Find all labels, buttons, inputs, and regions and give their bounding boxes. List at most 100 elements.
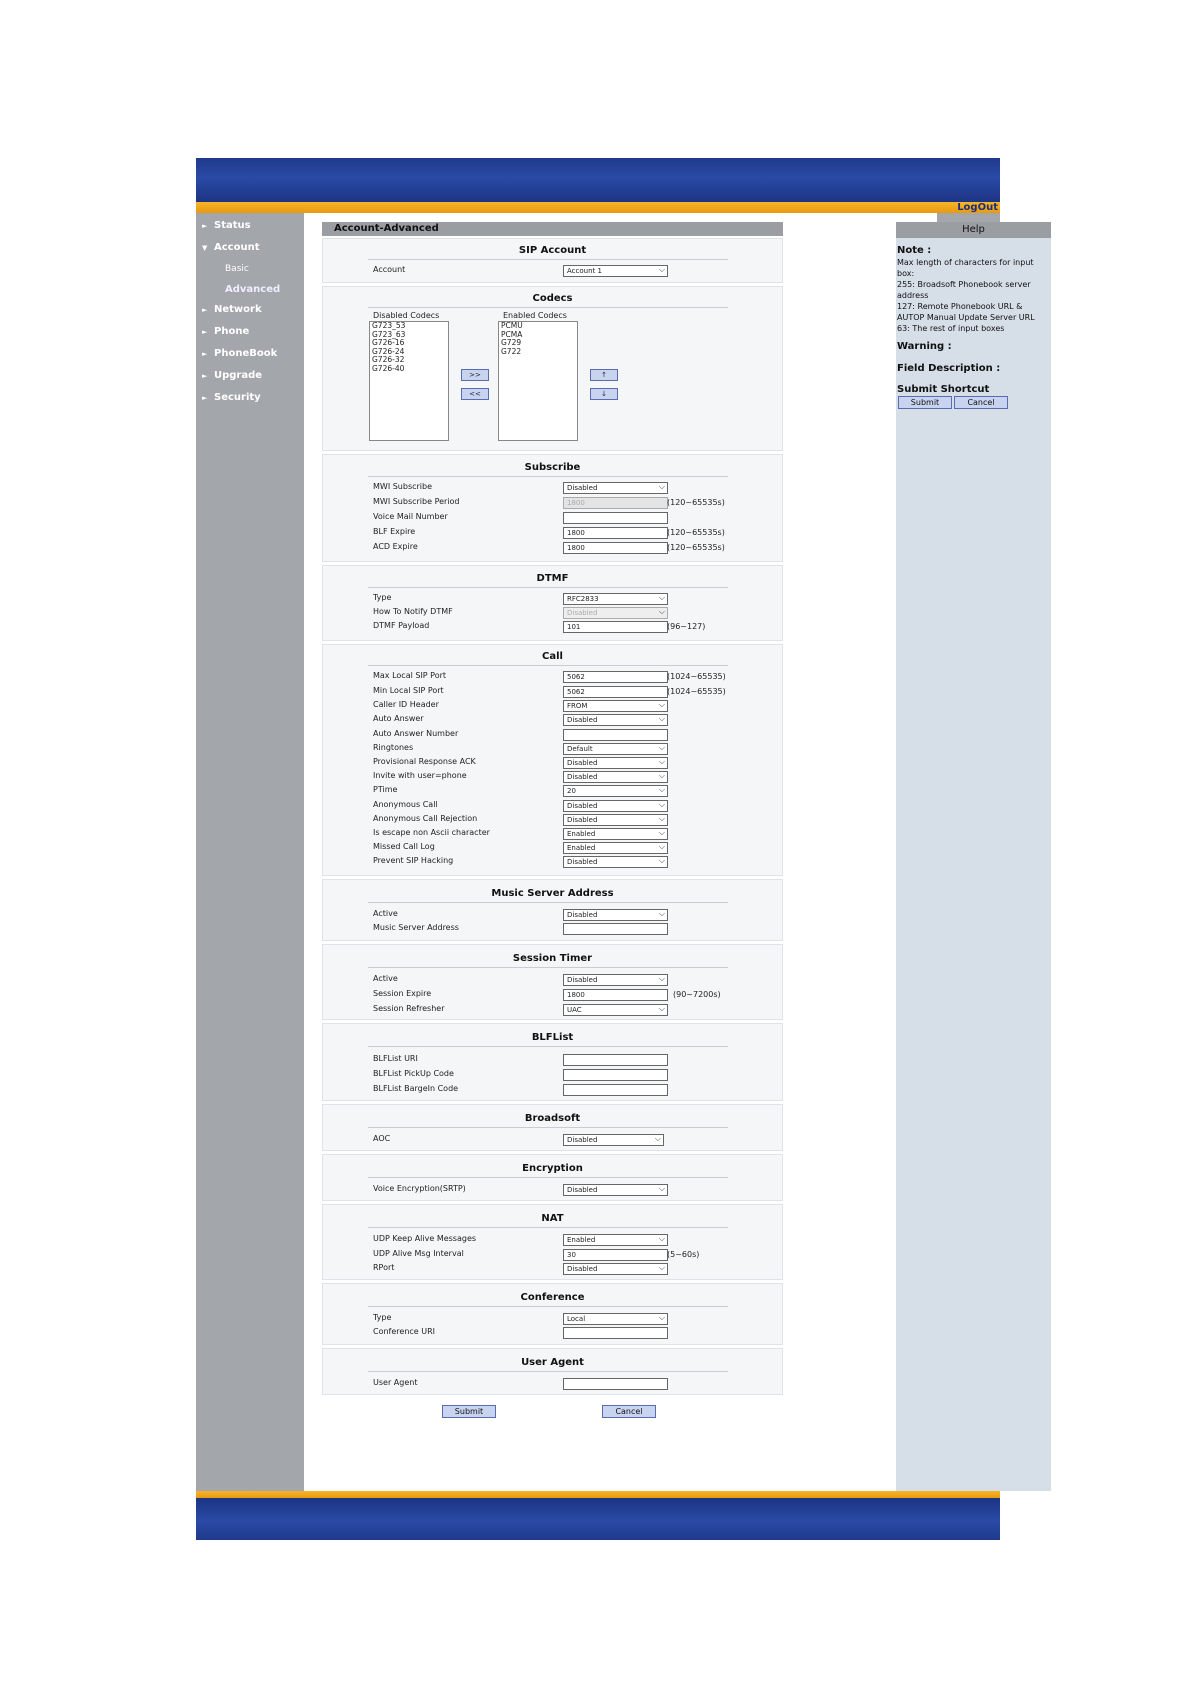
submit-button[interactable]: Submit — [442, 1405, 496, 1418]
ringtones-select[interactable]: Default ⌵ — [563, 743, 668, 755]
alive-interval-range: (5~60s) — [667, 1250, 700, 1259]
session-refresher-select[interactable]: UAC ⌵ — [563, 1004, 668, 1016]
mwi-subscribe-select[interactable]: Disabled ⌵ — [563, 482, 668, 494]
conference-uri-input[interactable] — [563, 1327, 668, 1339]
prevent-hacking-select[interactable]: Disabled ⌵ — [563, 856, 668, 868]
auto-answer-number-input[interactable] — [563, 729, 668, 741]
chevron-down-icon: ⌵ — [658, 743, 665, 752]
section-user-agent: User Agent User Agent — [322, 1348, 783, 1395]
account-select[interactable]: Account 1 ⌵ — [563, 265, 668, 277]
keepalive-select[interactable]: Enabled ⌵ — [563, 1234, 668, 1246]
anonymous-call-select[interactable]: Disabled ⌵ — [563, 800, 668, 812]
shortcut-submit-button[interactable]: Submit — [898, 396, 952, 409]
anonymous-rejection-label: Anonymous Call Rejection — [373, 814, 478, 823]
dtmf-payload-input[interactable]: 101 — [563, 621, 668, 633]
chevron-down-icon: ⌵ — [658, 1263, 665, 1272]
section-title: DTMF — [536, 573, 569, 584]
missed-call-log-select[interactable]: Enabled ⌵ — [563, 842, 668, 854]
enabled-codecs-list[interactable]: PCMU PCMA G729 G722 — [498, 321, 578, 441]
music-active-select[interactable]: Disabled ⌵ — [563, 909, 668, 921]
prov-ack-label: Provisional Response ACK — [373, 757, 476, 766]
section-encryption: Encryption Voice Encryption(SRTP) Disabl… — [322, 1154, 783, 1201]
nav-upgrade[interactable]: ► Upgrade — [202, 370, 262, 381]
move-down-button[interactable]: ↓ — [590, 388, 618, 400]
aoc-select[interactable]: Disabled ⌵ — [563, 1134, 664, 1146]
section-blflist: BLFList BLFList URI BLFList PickUp Code … — [322, 1023, 783, 1101]
nav-account-advanced[interactable]: Advanced — [225, 284, 280, 295]
anonymous-call-label: Anonymous Call — [373, 800, 438, 809]
blflist-bargein-input[interactable] — [563, 1084, 668, 1096]
chevron-down-icon: ⌵ — [658, 800, 665, 809]
nav-security[interactable]: ► Security — [202, 392, 261, 403]
section-title: Broadsoft — [524, 1113, 581, 1124]
min-sip-port-input[interactable]: 5062 — [563, 686, 668, 698]
divider — [368, 587, 728, 588]
session-active-select[interactable]: Disabled ⌵ — [563, 974, 668, 986]
conference-uri-label: Conference URI — [373, 1327, 436, 1336]
disabled-codecs-list[interactable]: G723_53 G723_63 G726-16 G726-24 G726-32 … — [369, 321, 449, 441]
divider — [368, 476, 728, 477]
srtp-select[interactable]: Disabled ⌵ — [563, 1184, 668, 1196]
nav-network[interactable]: ► Network — [202, 304, 262, 315]
sidebar: ► Status ▼ Account Basic Advanced ► Network… — [196, 213, 304, 1491]
invite-user-phone-label: Invite with user=phone — [373, 771, 467, 780]
voicemail-input[interactable] — [563, 512, 668, 524]
top-gold-bar — [196, 202, 1000, 213]
notify-dtmf-label: How To Notify DTMF — [373, 607, 453, 616]
conference-type-select[interactable]: Local ⌵ — [563, 1313, 668, 1325]
nav-account[interactable]: ▼ Account — [202, 242, 259, 253]
move-up-button[interactable]: ↑ — [590, 369, 618, 381]
divider — [368, 1046, 728, 1047]
nav-phonebook[interactable]: ► PhoneBook — [202, 348, 277, 359]
notify-dtmf-select[interactable]: Disabled ⌵ — [563, 607, 668, 619]
add-codec-button[interactable]: >> — [461, 369, 489, 381]
mwi-period-input[interactable]: 1800 — [563, 497, 668, 509]
session-expire-input[interactable]: 1800 — [563, 989, 668, 1001]
section-conference: Conference Type Local ⌵ Conference URI — [322, 1283, 783, 1345]
arrow-right-icon: ► — [202, 350, 208, 358]
ptime-select[interactable]: 20 ⌵ — [563, 785, 668, 797]
note-title: Note : — [897, 245, 932, 256]
divider — [368, 1371, 728, 1372]
invite-user-phone-select[interactable]: Disabled ⌵ — [563, 771, 668, 783]
dtmf-type-select[interactable]: RFC2833 ⌵ — [563, 593, 668, 605]
note-line: 127: Remote Phonebook URL & AUTOP Manual… — [897, 302, 1035, 322]
section-title: Music Server Address — [491, 888, 614, 899]
auto-answer-select[interactable]: Disabled ⌵ — [563, 714, 668, 726]
max-sip-port-input[interactable]: 5062 — [563, 671, 668, 683]
submit-shortcut-title: Submit Shortcut — [897, 384, 990, 395]
note-line: 63: The rest of input boxes — [897, 324, 1005, 333]
prov-ack-select[interactable]: Disabled ⌵ — [563, 757, 668, 769]
user-agent-input[interactable] — [563, 1378, 668, 1390]
warning-title: Warning : — [897, 341, 952, 352]
logout-link[interactable]: LogOut — [957, 202, 998, 213]
cancel-button[interactable]: Cancel — [602, 1405, 656, 1418]
divider — [368, 902, 728, 903]
blf-expire-range: (120~65535s) — [667, 528, 725, 537]
list-item[interactable]: G722 — [499, 347, 577, 357]
section-broadsoft: Broadsoft AOC Disabled ⌵ — [322, 1104, 783, 1151]
nav-status[interactable]: ► Status — [202, 220, 251, 231]
chevron-down-icon: ⌵ — [658, 757, 665, 766]
shortcut-cancel-button[interactable]: Cancel — [954, 396, 1008, 409]
remove-codec-button[interactable]: << — [461, 388, 489, 400]
section-codecs: Codecs Disabled Codecs Enabled Codecs G7… — [322, 286, 783, 451]
caller-id-select[interactable]: FROM ⌵ — [563, 700, 668, 712]
escape-ascii-select[interactable]: Enabled ⌵ — [563, 828, 668, 840]
mwi-period-label: MWI Subscribe Period — [373, 497, 460, 506]
blflist-uri-input[interactable] — [563, 1054, 668, 1066]
rport-select[interactable]: Disabled ⌵ — [563, 1263, 668, 1275]
nav-account-basic[interactable]: Basic — [225, 264, 249, 274]
account-label: Account — [373, 265, 406, 274]
music-address-label: Music Server Address — [373, 923, 459, 932]
list-item[interactable]: G726-40 — [370, 364, 448, 374]
blflist-pickup-input[interactable] — [563, 1069, 668, 1081]
blflist-uri-label: BLFList URI — [373, 1054, 418, 1063]
nav-phone[interactable]: ► Phone — [202, 326, 249, 337]
blf-expire-input[interactable]: 1800 — [563, 527, 668, 539]
anonymous-rejection-select[interactable]: Disabled ⌵ — [563, 814, 668, 826]
alive-interval-input[interactable]: 30 — [563, 1249, 668, 1261]
acd-expire-input[interactable]: 1800 — [563, 542, 668, 554]
music-address-input[interactable] — [563, 923, 668, 935]
section-title: Codecs — [532, 293, 573, 304]
